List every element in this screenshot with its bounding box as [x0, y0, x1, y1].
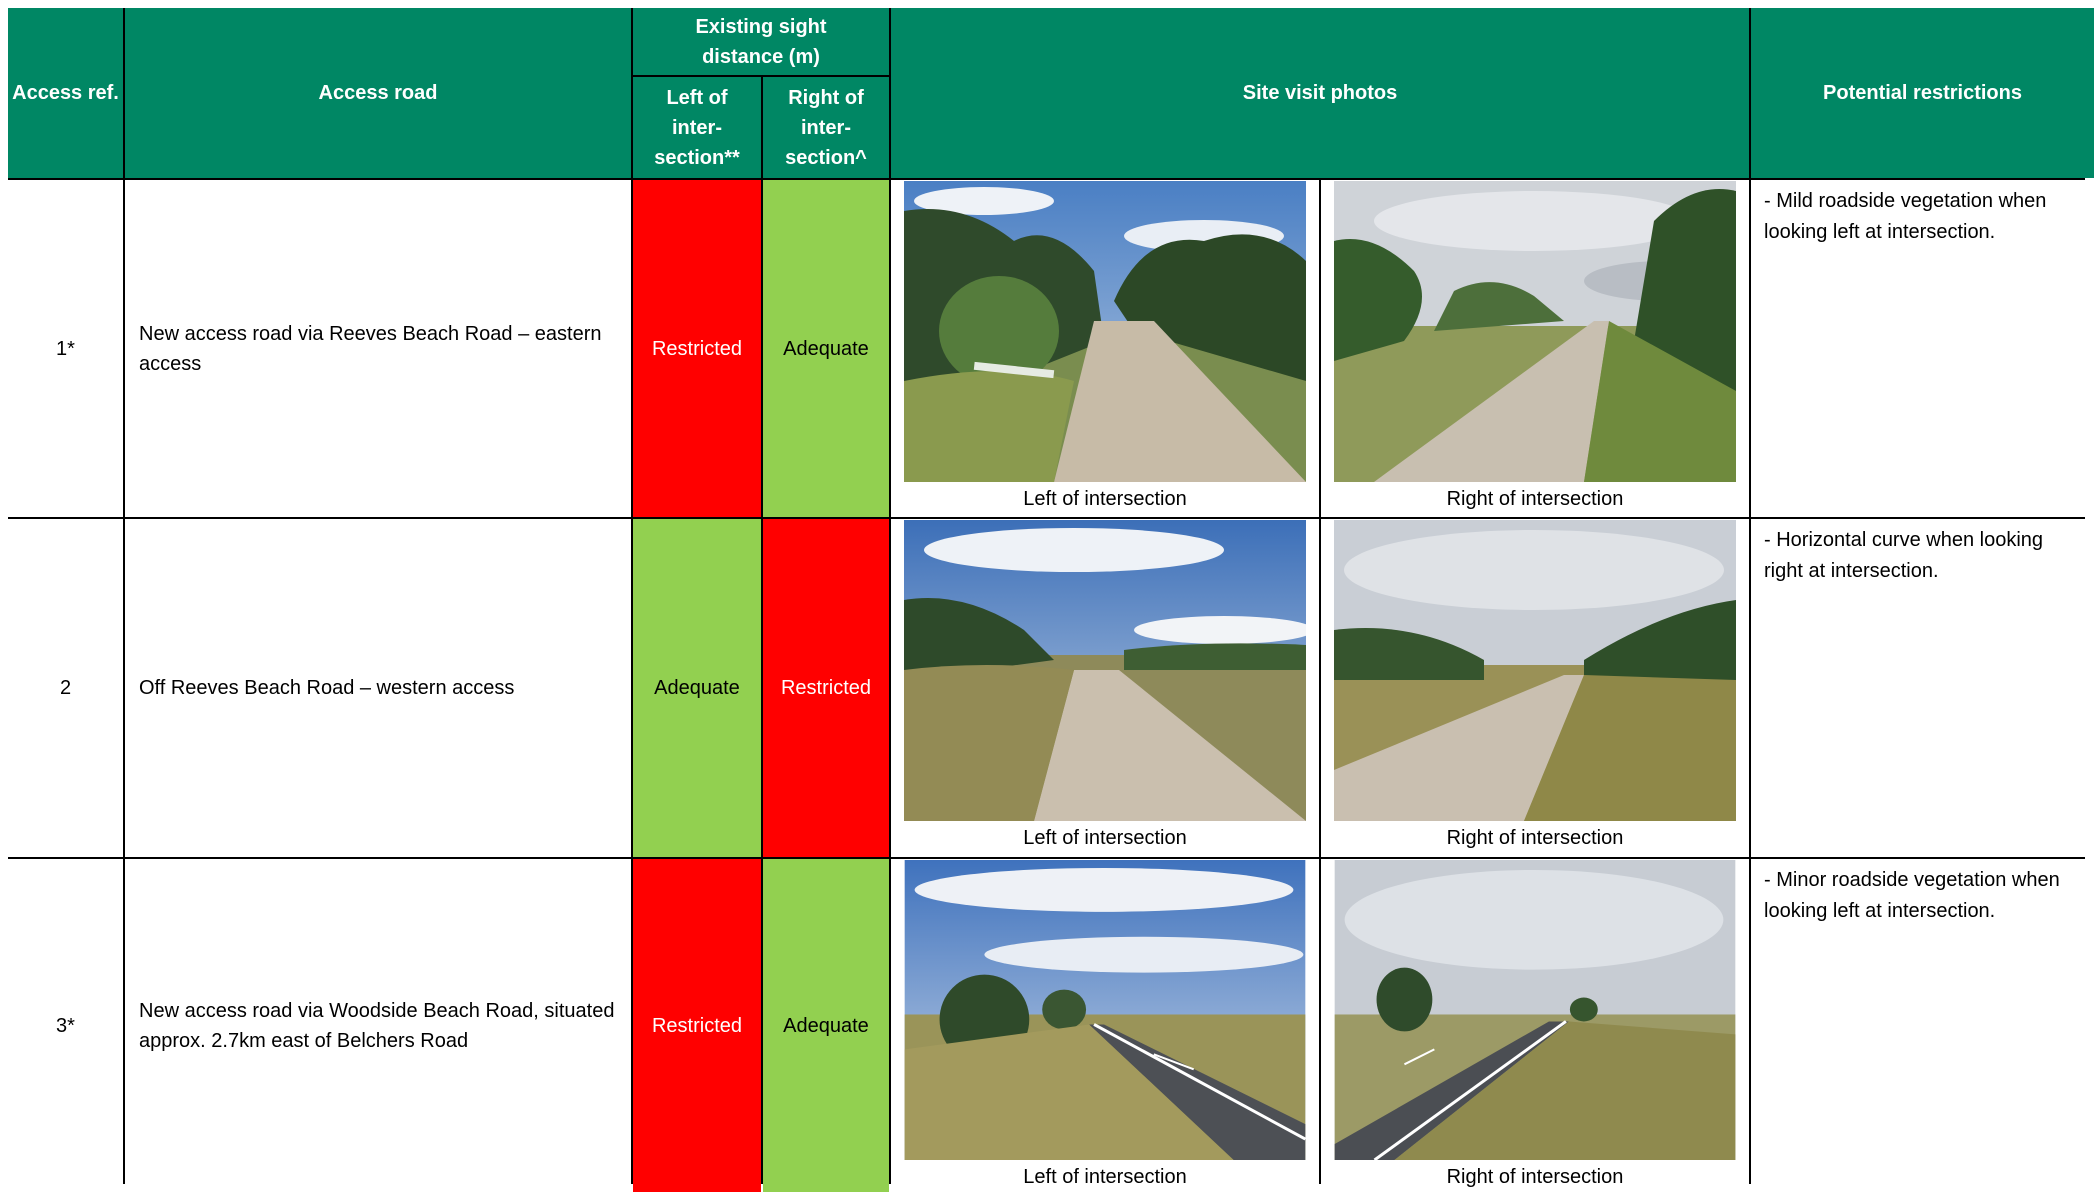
row-access-road: New access road via Woodside Beach Road,…: [125, 859, 631, 1192]
sight-right-status: Restricted: [763, 519, 889, 857]
photo-caption: Right of intersection: [1446, 1166, 1624, 1188]
row-access-road: New access road via Reeves Beach Road – …: [125, 180, 631, 517]
photo-cell-left: Left of intersection: [891, 180, 1319, 517]
restriction-text: - Horizontal curve when looking right at…: [1751, 519, 2094, 857]
row-access-road: Off Reeves Beach Road – western access: [125, 519, 631, 857]
header-sight-distance: Existing sight distance (m): [633, 8, 889, 75]
photo-right-intersection-2: [1334, 520, 1736, 821]
sight-distance-table: Access ref. Access road Existing sight d…: [8, 8, 2094, 1192]
photo-caption: Left of intersection: [1023, 827, 1187, 849]
header-access-road: Access road: [125, 8, 631, 178]
photo-cell-left: Left of intersection: [891, 519, 1319, 857]
row-ref: 2: [8, 519, 123, 857]
header-access-ref: Access ref.: [8, 8, 123, 178]
photo-caption: Right of intersection: [1446, 488, 1624, 510]
photo-caption: Left of intersection: [1023, 488, 1187, 510]
header-site-photos: Site visit photos: [891, 8, 1749, 178]
row-ref: 3*: [8, 859, 123, 1192]
photo-cell-left: Left of intersection: [891, 859, 1319, 1192]
sight-right-status: Adequate: [763, 180, 889, 517]
restriction-text: - Minor roadside vegetation when looking…: [1751, 859, 2094, 1192]
header-right-of-intersection: Right of inter-section^: [763, 77, 889, 178]
photo-cell-right: Right of intersection: [1321, 859, 1749, 1192]
sight-left-status: Restricted: [633, 180, 761, 517]
sight-left-status: Adequate: [633, 519, 761, 857]
sight-right-status: Adequate: [763, 859, 889, 1192]
row-ref: 1*: [8, 180, 123, 517]
photo-cell-right: Right of intersection: [1321, 519, 1749, 857]
photo-cell-right: Right of intersection: [1321, 180, 1749, 517]
photo-left-intersection-1: [904, 181, 1306, 482]
photo-left-intersection-3: [904, 860, 1306, 1160]
header-restrictions: Potential restrictions: [1751, 8, 2094, 178]
photo-right-intersection-1: [1334, 181, 1736, 482]
sight-left-status: Restricted: [633, 859, 761, 1192]
photo-left-intersection-2: [904, 520, 1306, 821]
photo-caption: Right of intersection: [1446, 827, 1624, 849]
header-left-of-intersection: Left of inter-section**: [633, 77, 761, 178]
photo-right-intersection-3: [1334, 860, 1736, 1160]
restriction-text: - Mild roadside vegetation when looking …: [1751, 180, 2094, 517]
photo-caption: Left of intersection: [1023, 1166, 1187, 1188]
